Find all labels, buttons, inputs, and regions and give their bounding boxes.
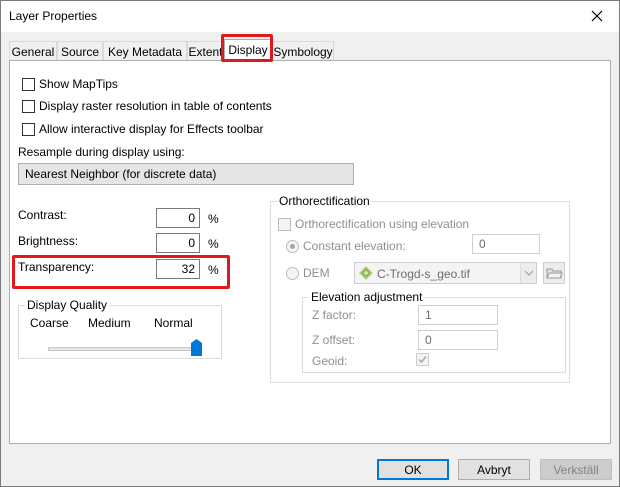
allow-interactive-checkbox[interactable] xyxy=(22,122,35,136)
ortho-using-elevation-option[interactable]: Orthorectification using elevation xyxy=(278,217,469,231)
display-raster-resolution-option[interactable]: Display raster resolution in table of co… xyxy=(22,99,272,113)
tab-label: Extent xyxy=(188,45,223,59)
z-offset-input[interactable]: 0 xyxy=(418,330,498,350)
layer-properties-dialog: Layer Properties General Source Key Meta… xyxy=(0,0,620,487)
dem-value: C-Trogd-s_geo.tif xyxy=(377,267,470,281)
dem-option[interactable]: DEM xyxy=(286,266,330,280)
display-raster-resolution-checkbox[interactable] xyxy=(22,99,35,113)
resample-label: Resample during display using: xyxy=(18,145,185,159)
resample-dropdown[interactable]: Nearest Neighbor (for discrete data) xyxy=(18,163,354,185)
allow-interactive-option[interactable]: Allow interactive display for Effects to… xyxy=(22,122,264,136)
constant-elevation-radio[interactable] xyxy=(286,239,299,253)
constant-elevation-input[interactable]: 0 xyxy=(472,234,540,254)
constant-elevation-option[interactable]: Constant elevation: xyxy=(286,239,406,253)
cancel-button[interactable]: Avbryt xyxy=(458,459,530,480)
quality-normal-label: Normal xyxy=(154,316,193,330)
show-maptips-label: Show MapTips xyxy=(39,77,118,91)
geoid-label: Geoid: xyxy=(312,354,348,368)
ok-button[interactable]: OK xyxy=(377,459,449,480)
display-raster-resolution-label: Display raster resolution in table of co… xyxy=(39,99,272,113)
tab-symbology[interactable]: Symbology xyxy=(272,41,334,61)
ortho-using-elevation-label: Orthorectification using elevation xyxy=(295,217,470,231)
display-tab-panel: Show MapTips Display raster resolution i… xyxy=(9,60,611,444)
title-bar: Layer Properties xyxy=(1,1,619,32)
dem-label: DEM xyxy=(303,266,330,280)
chevron-down-icon xyxy=(524,270,534,276)
contrast-unit: % xyxy=(208,212,219,226)
dem-radio[interactable] xyxy=(286,266,299,280)
raster-layer-icon xyxy=(359,266,373,280)
tab-label: Key Metadata xyxy=(107,45,183,59)
checkmark-icon xyxy=(418,356,427,364)
orthorectification-title: Orthorectification xyxy=(277,194,372,208)
z-factor-label: Z factor: xyxy=(312,308,357,322)
brightness-input[interactable]: 0 xyxy=(156,233,200,253)
quality-coarse-label: Coarse xyxy=(30,316,69,330)
contrast-label: Contrast: xyxy=(18,208,67,222)
contrast-input[interactable]: 0 xyxy=(156,208,200,228)
apply-button[interactable]: Verkställ xyxy=(540,459,612,480)
transparency-highlight xyxy=(12,255,230,289)
tab-label: Source xyxy=(60,45,100,59)
tab-key-metadata[interactable]: Key Metadata xyxy=(103,41,187,61)
brightness-unit: % xyxy=(208,237,219,251)
display-quality-slider-track[interactable] xyxy=(48,347,198,351)
z-offset-label: Z offset: xyxy=(312,333,356,347)
dem-dropdown[interactable]: C-Trogd-s_geo.tif xyxy=(354,262,537,284)
display-quality-title: Display Quality xyxy=(25,298,110,312)
window-title: Layer Properties xyxy=(9,9,98,23)
elevation-adjustment-title: Elevation adjustment xyxy=(309,290,425,304)
geoid-checkbox[interactable] xyxy=(416,353,429,366)
show-maptips-option[interactable]: Show MapTips xyxy=(22,77,118,91)
tab-label: General xyxy=(11,45,55,59)
tab-general[interactable]: General xyxy=(9,41,57,61)
open-folder-icon xyxy=(546,268,563,279)
close-icon xyxy=(591,10,603,22)
tab-label: Symbology xyxy=(273,45,333,59)
close-button[interactable] xyxy=(579,1,615,31)
allow-interactive-label: Allow interactive display for Effects to… xyxy=(39,122,264,136)
resample-value: Nearest Neighbor (for discrete data) xyxy=(25,167,217,181)
tab-extent[interactable]: Extent xyxy=(187,41,224,61)
show-maptips-checkbox[interactable] xyxy=(22,77,35,91)
z-factor-input[interactable]: 1 xyxy=(418,305,498,325)
dem-dropdown-button[interactable] xyxy=(520,263,536,283)
ortho-using-elevation-checkbox[interactable] xyxy=(278,217,291,231)
display-tab-highlight xyxy=(221,34,273,62)
tab-source[interactable]: Source xyxy=(57,41,103,61)
dem-browse-button[interactable] xyxy=(543,262,565,284)
brightness-label: Brightness: xyxy=(18,234,79,248)
constant-elevation-label: Constant elevation: xyxy=(303,239,406,253)
quality-medium-label: Medium xyxy=(88,316,131,330)
display-quality-slider-thumb[interactable] xyxy=(191,339,202,356)
